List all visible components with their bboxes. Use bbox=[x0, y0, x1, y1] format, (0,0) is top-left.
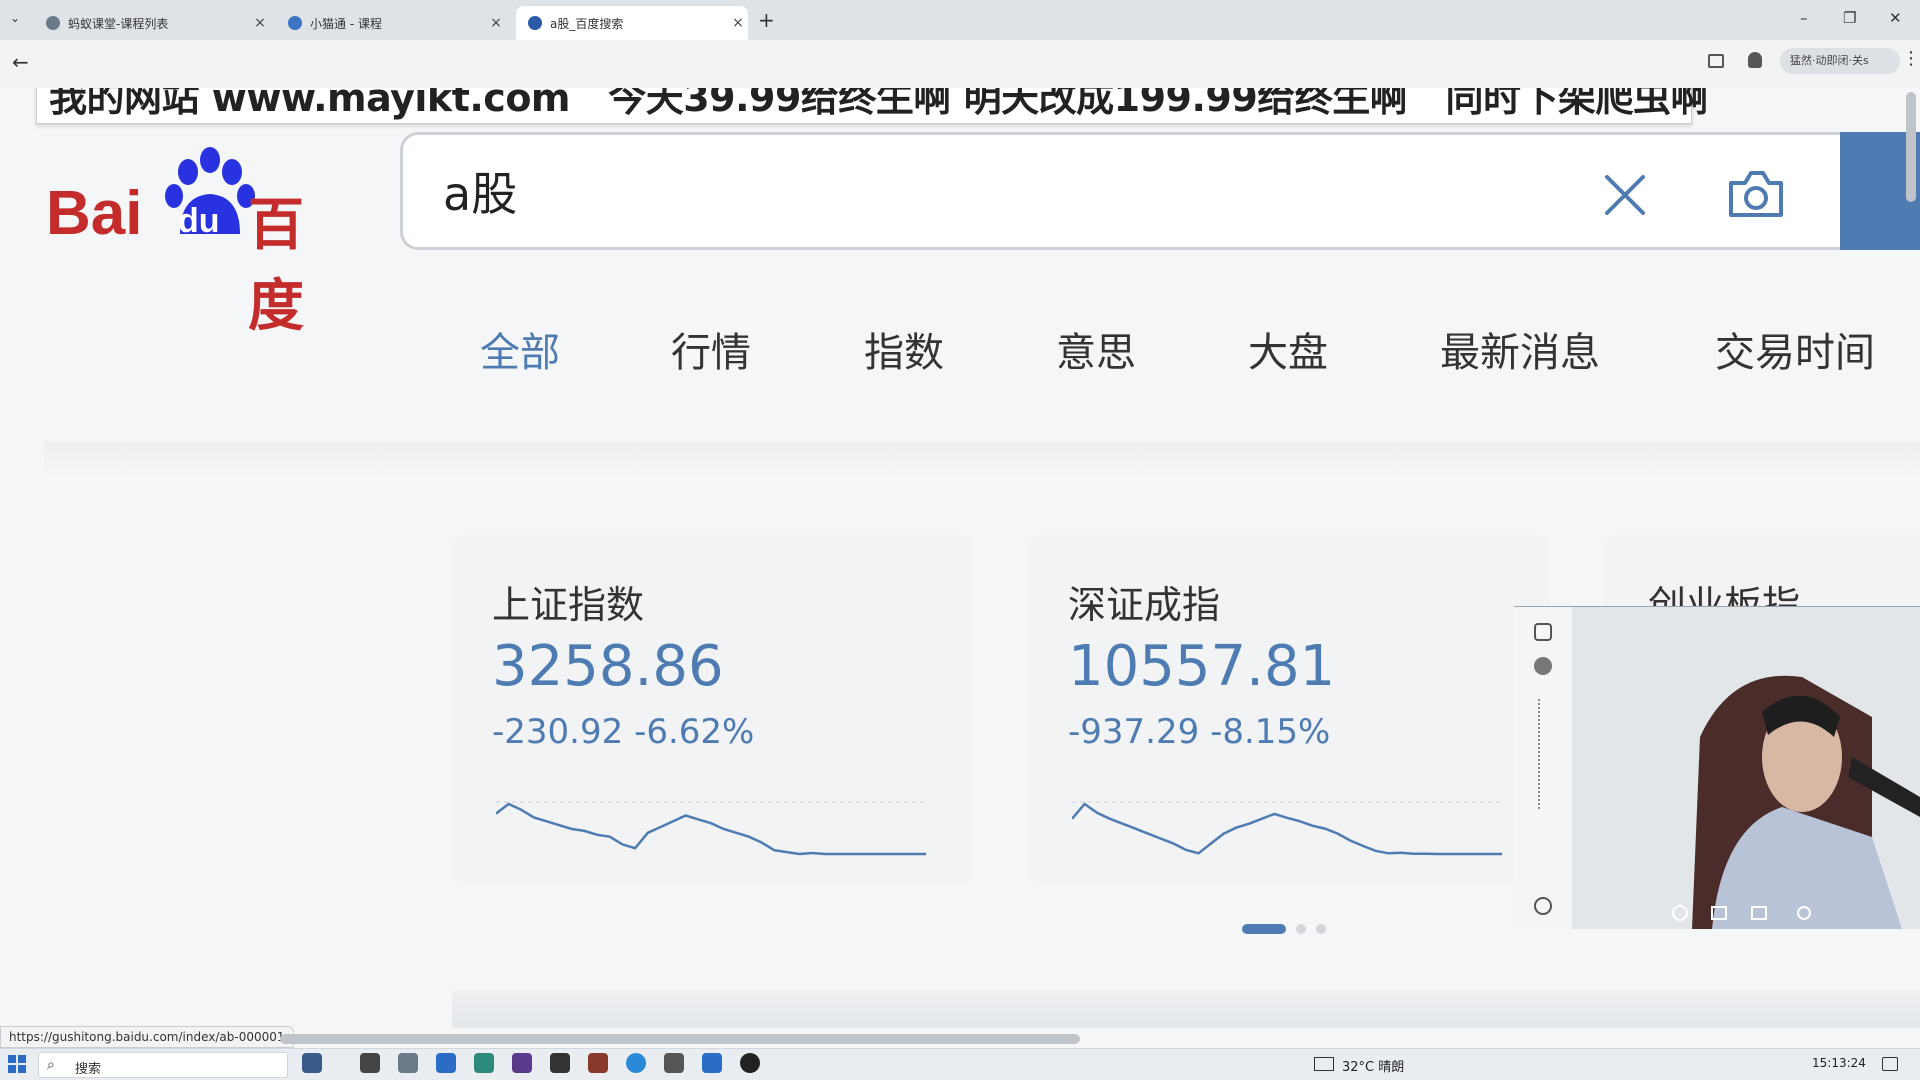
tab-close-icon[interactable]: × bbox=[486, 15, 506, 31]
app-icon[interactable] bbox=[702, 1053, 722, 1073]
back-button[interactable]: ← bbox=[12, 50, 29, 74]
extension-pill[interactable]: 猛然·动即闭·关s bbox=[1780, 48, 1900, 74]
tab-favicon-icon bbox=[46, 16, 60, 30]
close-icon[interactable] bbox=[1603, 173, 1647, 217]
carousel-dot[interactable] bbox=[1316, 924, 1326, 934]
card-value: 3258.86 bbox=[492, 634, 724, 699]
tab-baidu-search[interactable]: a股_百度搜索 × bbox=[516, 6, 748, 40]
app-icon[interactable] bbox=[664, 1053, 684, 1073]
card-change: -937.29 -8.15% bbox=[1068, 712, 1331, 752]
window-close-button[interactable]: ✕ bbox=[1889, 9, 1902, 27]
vertical-controls bbox=[1538, 699, 1548, 809]
horizontal-scrollbar[interactable] bbox=[280, 1034, 1080, 1044]
taskview-icon[interactable] bbox=[302, 1053, 322, 1073]
app-icon[interactable] bbox=[588, 1053, 608, 1073]
browser-tab-strip: ⌄ 蚂蚁课堂-课程列表 × 小猫通 - 课程 × a股_百度搜索 × + – ❐… bbox=[0, 0, 1920, 40]
next-result-snippet bbox=[452, 990, 1920, 1028]
tab-xiaomaotong[interactable]: 小猫通 - 课程 × bbox=[276, 6, 506, 40]
taskbar-search-label: 搜索 bbox=[75, 1062, 102, 1077]
tab-latest-news[interactable]: 最新消息 bbox=[1440, 320, 1600, 378]
notification-icon[interactable] bbox=[1882, 1057, 1898, 1071]
record-icon[interactable] bbox=[1534, 657, 1552, 675]
minimize-button[interactable]: – bbox=[1800, 9, 1808, 27]
start-icon[interactable] bbox=[8, 1055, 26, 1073]
tab-quotes[interactable]: 行情 bbox=[671, 320, 751, 378]
sparkline-line bbox=[496, 802, 926, 856]
tab-search-icon[interactable]: ⌄ bbox=[10, 11, 20, 25]
baidu-logo[interactable]: Bai du 百度 bbox=[46, 144, 356, 339]
card-title: 上证指数 bbox=[492, 583, 645, 627]
webcam-toolbar bbox=[1514, 607, 1572, 929]
promo-banner-text: 我的网站 www.mayikt.com 今天39.99给终生啊 明天改成199.… bbox=[49, 88, 1708, 120]
sparkline-line bbox=[1072, 802, 1502, 856]
card-change: -230.92 -6.62% bbox=[492, 712, 755, 752]
settings-icon[interactable] bbox=[1534, 897, 1552, 915]
sparkline-shanghai bbox=[496, 801, 926, 856]
webcam-overlay bbox=[1514, 606, 1920, 929]
app-icon[interactable] bbox=[550, 1053, 570, 1073]
tab-index[interactable]: 指数 bbox=[864, 320, 944, 378]
carousel-dot[interactable] bbox=[1296, 924, 1306, 934]
promo-banner: 我的网站 www.mayikt.com 今天39.99给终生啊 明天改成199.… bbox=[36, 88, 1708, 124]
tab-title: a股_百度搜索 bbox=[550, 16, 624, 31]
weather-text[interactable]: 32°C 晴朗 bbox=[1342, 1056, 1404, 1075]
app-icon[interactable] bbox=[474, 1053, 494, 1073]
status-url-tooltip: https://gushitong.baidu.com/index/ab-000… bbox=[0, 1026, 294, 1048]
logo-text-du: du bbox=[178, 202, 220, 240]
sparkline-shenzhen bbox=[1072, 801, 1502, 856]
tab-meaning[interactable]: 意思 bbox=[1056, 320, 1136, 378]
vertical-scrollbar[interactable] bbox=[1906, 92, 1916, 202]
clock[interactable]: 15:13:24 bbox=[1812, 1056, 1866, 1070]
app-icon[interactable] bbox=[512, 1053, 532, 1073]
weather-icon[interactable] bbox=[1314, 1057, 1334, 1071]
tab-close-icon[interactable]: × bbox=[250, 15, 270, 31]
new-tab-button[interactable]: + bbox=[758, 8, 775, 32]
index-card-shenzhen[interactable]: 深证成指 10557.81 -937.29 -8.15% bbox=[1028, 534, 1550, 884]
browser-icon[interactable] bbox=[626, 1053, 646, 1073]
terminal-icon[interactable] bbox=[360, 1053, 380, 1073]
search-input[interactable] bbox=[443, 157, 1543, 225]
tab-mayikt[interactable]: 蚂蚁课堂-课程列表 × bbox=[34, 6, 270, 40]
menu-icon[interactable]: ⋮ bbox=[1902, 48, 1920, 69]
tab-favicon-icon bbox=[288, 16, 302, 30]
tab-trading-hours[interactable]: 交易时间 bbox=[1715, 320, 1875, 378]
file-explorer-icon[interactable] bbox=[436, 1053, 456, 1073]
profile-icon[interactable] bbox=[1748, 52, 1762, 68]
tab-favicon-icon bbox=[528, 16, 542, 30]
index-card-shanghai[interactable]: 上证指数 3258.86 -230.92 -6.62% bbox=[452, 534, 974, 884]
app-icon[interactable] bbox=[398, 1053, 418, 1073]
camera-icon[interactable] bbox=[1725, 169, 1787, 219]
page-content: 我的网站 www.mayikt.com 今天39.99给终生啊 明天改成199.… bbox=[0, 88, 1920, 1028]
tab-title: 小猫通 - 课程 bbox=[310, 16, 382, 31]
card-title: 深证成指 bbox=[1068, 583, 1221, 627]
taskbar-search-box[interactable]: ⌕ 搜索 bbox=[38, 1052, 288, 1078]
tab-close-icon[interactable]: × bbox=[728, 15, 748, 31]
capture-icon[interactable] bbox=[1534, 623, 1552, 641]
os-taskbar: ⌕ 搜索 32°C 晴朗 15:13:24 bbox=[0, 1048, 1920, 1080]
tab-all[interactable]: 全部 bbox=[480, 320, 560, 378]
record-app-icon[interactable] bbox=[740, 1053, 760, 1073]
restore-button[interactable]: ❐ bbox=[1843, 9, 1856, 27]
tab-market[interactable]: 大盘 bbox=[1248, 320, 1328, 378]
logo-text-bai: Bai bbox=[46, 179, 143, 248]
webcam-video bbox=[1572, 607, 1920, 929]
scrolled-content-edge bbox=[44, 442, 1920, 478]
card-value: 10557.81 bbox=[1068, 634, 1336, 699]
carousel-dot-active[interactable] bbox=[1242, 924, 1286, 934]
logo-text-baidu: 百度 bbox=[248, 193, 304, 339]
reading-mode-icon[interactable] bbox=[1708, 54, 1724, 68]
search-box bbox=[400, 132, 1844, 250]
tab-title: 蚂蚁课堂-课程列表 bbox=[68, 16, 169, 31]
browser-toolbar: ← 猛然·动即闭·关s ⋮ bbox=[0, 40, 1920, 88]
search-icon: ⌕ bbox=[47, 1057, 55, 1073]
